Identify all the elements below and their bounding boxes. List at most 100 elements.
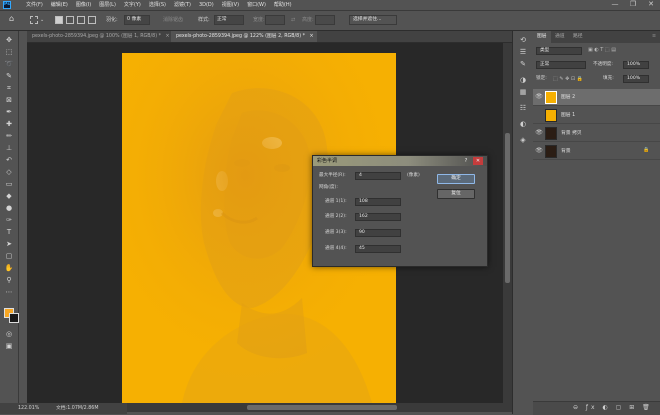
layer-row[interactable]: 👁 背景 🔒 [533,143,660,160]
lasso-tool-icon[interactable]: ➰ [3,59,15,69]
gradient-tool-icon[interactable]: ▭ [3,179,15,189]
eye-icon[interactable]: 👁 [535,147,543,155]
minimize-button[interactable]: — [608,0,622,10]
close-dialog-button[interactable]: ✕ [473,157,483,165]
color-panel-icon[interactable]: ◑ [517,75,529,85]
rect-marquee-icon[interactable] [30,16,38,24]
vertical-scrollbar[interactable] [503,43,512,403]
style-select[interactable]: 正常 [214,15,244,25]
ok-button[interactable]: 确定 [437,174,475,184]
eraser-tool-icon[interactable]: ◇ [3,167,15,177]
intersect-selection-icon[interactable] [88,16,96,24]
menu-edit[interactable]: 编辑(E) [47,1,72,9]
tab-document-2[interactable]: pexels-photo-2859394.jpeg @ 122% (图层 2, … [171,31,317,42]
opacity-input[interactable]: 100% [623,61,649,69]
tab-paths[interactable]: 路径 [569,31,587,43]
swap-icon[interactable]: ⇄ [291,16,295,25]
healing-brush-tool-icon[interactable]: ✚ [3,119,15,129]
menu-view[interactable]: 视图(V) [218,1,243,9]
tab-document-1[interactable]: pexels-photo-2859394.jpeg @ 100% (图层 1, … [27,31,171,42]
menu-file[interactable]: 文件(F) [22,1,47,9]
hand-tool-icon[interactable]: ✋ [3,263,15,273]
layer-kind-filter[interactable]: 类型 [536,47,582,55]
adjustments-panel-icon[interactable]: ◐ [517,119,529,129]
history-panel-icon[interactable]: ⟲ [517,35,529,45]
filter-type-icons[interactable]: ▣ ◐ T ⬚ ▤ [588,47,616,53]
horizontal-scroll-thumb[interactable] [247,405,397,410]
reset-button[interactable]: 复位 [437,189,475,199]
antialias-label[interactable]: 消除锯齿 [163,16,183,25]
tab-channels[interactable]: 通道 [551,31,569,43]
properties-panel-icon[interactable]: ☰ [517,47,529,57]
eye-icon[interactable]: 👁 [535,129,543,137]
crop-tool-icon[interactable]: ⌗ [3,83,15,93]
path-select-tool-icon[interactable]: ➤ [3,239,15,249]
dodge-tool-icon[interactable]: ● [3,203,15,213]
marquee-tool-icon[interactable]: ⬚ [3,47,15,57]
layer-actions-icons[interactable]: ⊖ ƒx ◐ ▢ ⊞ 🗑 [573,404,653,411]
libraries-panel-icon[interactable]: ☷ [517,103,529,113]
fill-input[interactable]: 100% [623,75,649,83]
swatches-panel-icon[interactable]: ▦ [517,87,529,97]
background-color-swatch[interactable] [9,313,19,323]
brush-tool-icon[interactable]: ✏ [3,131,15,141]
maximize-button[interactable]: ❐ [626,0,640,10]
layer-row[interactable]: 图层 1 [533,107,660,124]
history-brush-tool-icon[interactable]: ↶ [3,155,15,165]
menu-select[interactable]: 选择(S) [145,1,170,9]
menu-help[interactable]: 帮助(H) [270,1,296,9]
quick-select-tool-icon[interactable]: ✎ [3,71,15,81]
zoom-tool-icon[interactable]: ⚲ [3,275,15,285]
opacity-label: 不透明度: [593,62,613,67]
chevron-down-icon[interactable]: ⌄ [40,16,44,25]
quick-mask-icon[interactable]: ◎ [3,329,15,339]
layer-row[interactable]: 👁 图层 2 [533,89,660,106]
lock-icons[interactable]: ⬚ ✎ ✥ ⊡ 🔒 [553,75,583,83]
menu-layer[interactable]: 图层(L) [95,1,120,9]
channel-4-input[interactable]: 45 [355,245,401,253]
frame-tool-icon[interactable]: ⊠ [3,95,15,105]
menu-3d[interactable]: 3D(D) [195,1,218,9]
feather-input[interactable]: 0 像素 [124,15,150,25]
close-tab-2-icon[interactable]: × [310,34,314,39]
subtract-selection-icon[interactable] [77,16,85,24]
menu-filter[interactable]: 滤镜(T) [170,1,195,9]
menu-window[interactable]: 窗口(W) [243,1,270,9]
horizontal-scrollbar[interactable] [127,403,512,412]
menu-type[interactable]: 文字(Y) [120,1,145,9]
height-input[interactable] [315,15,335,25]
close-tab-1-icon[interactable]: × [166,34,170,39]
layer-row[interactable]: 👁 背景 拷贝 [533,125,660,142]
help-button[interactable]: ? [461,157,471,165]
document-info[interactable]: 文档:1.07M/2.86M [56,403,98,414]
width-input[interactable] [265,15,285,25]
select-and-mask-button[interactable]: 选择并遮住... [349,15,397,25]
zoom-level[interactable]: 122.01% [18,403,39,414]
layers-panel-icon[interactable]: ◈ [517,135,529,145]
vertical-scroll-thumb[interactable] [505,133,510,283]
add-selection-icon[interactable] [66,16,74,24]
channel-2-input[interactable]: 162 [355,213,401,221]
menu-image[interactable]: 图像(I) [72,1,95,9]
max-radius-input[interactable]: 4 [355,172,401,180]
channel-3-input[interactable]: 90 [355,229,401,237]
type-tool-icon[interactable]: T [3,227,15,237]
channel-1-input[interactable]: 108 [355,198,401,206]
rectangle-tool-icon[interactable]: ▢ [3,251,15,261]
more-tools-icon[interactable]: ⋯ [3,287,15,297]
eyedropper-tool-icon[interactable]: ✒ [3,107,15,117]
eye-hidden-icon[interactable] [535,111,543,119]
brush-settings-icon[interactable]: ✎ [517,59,529,69]
move-tool-icon[interactable]: ✥ [3,35,15,45]
screen-mode-icon[interactable]: ▣ [3,341,15,351]
clone-stamp-tool-icon[interactable]: ⊥ [3,143,15,153]
close-window-button[interactable]: ✕ [644,0,658,10]
pen-tool-icon[interactable]: ✑ [3,215,15,225]
eye-icon[interactable]: 👁 [535,93,543,101]
home-icon[interactable]: ⌂ [9,14,14,23]
blend-mode-select[interactable]: 正常 [536,61,586,69]
blur-tool-icon[interactable]: ◆ [3,191,15,201]
panel-menu-icon[interactable]: ≡ [648,31,660,43]
new-selection-icon[interactable] [55,16,63,24]
tab-layers[interactable]: 图层 [533,31,551,43]
